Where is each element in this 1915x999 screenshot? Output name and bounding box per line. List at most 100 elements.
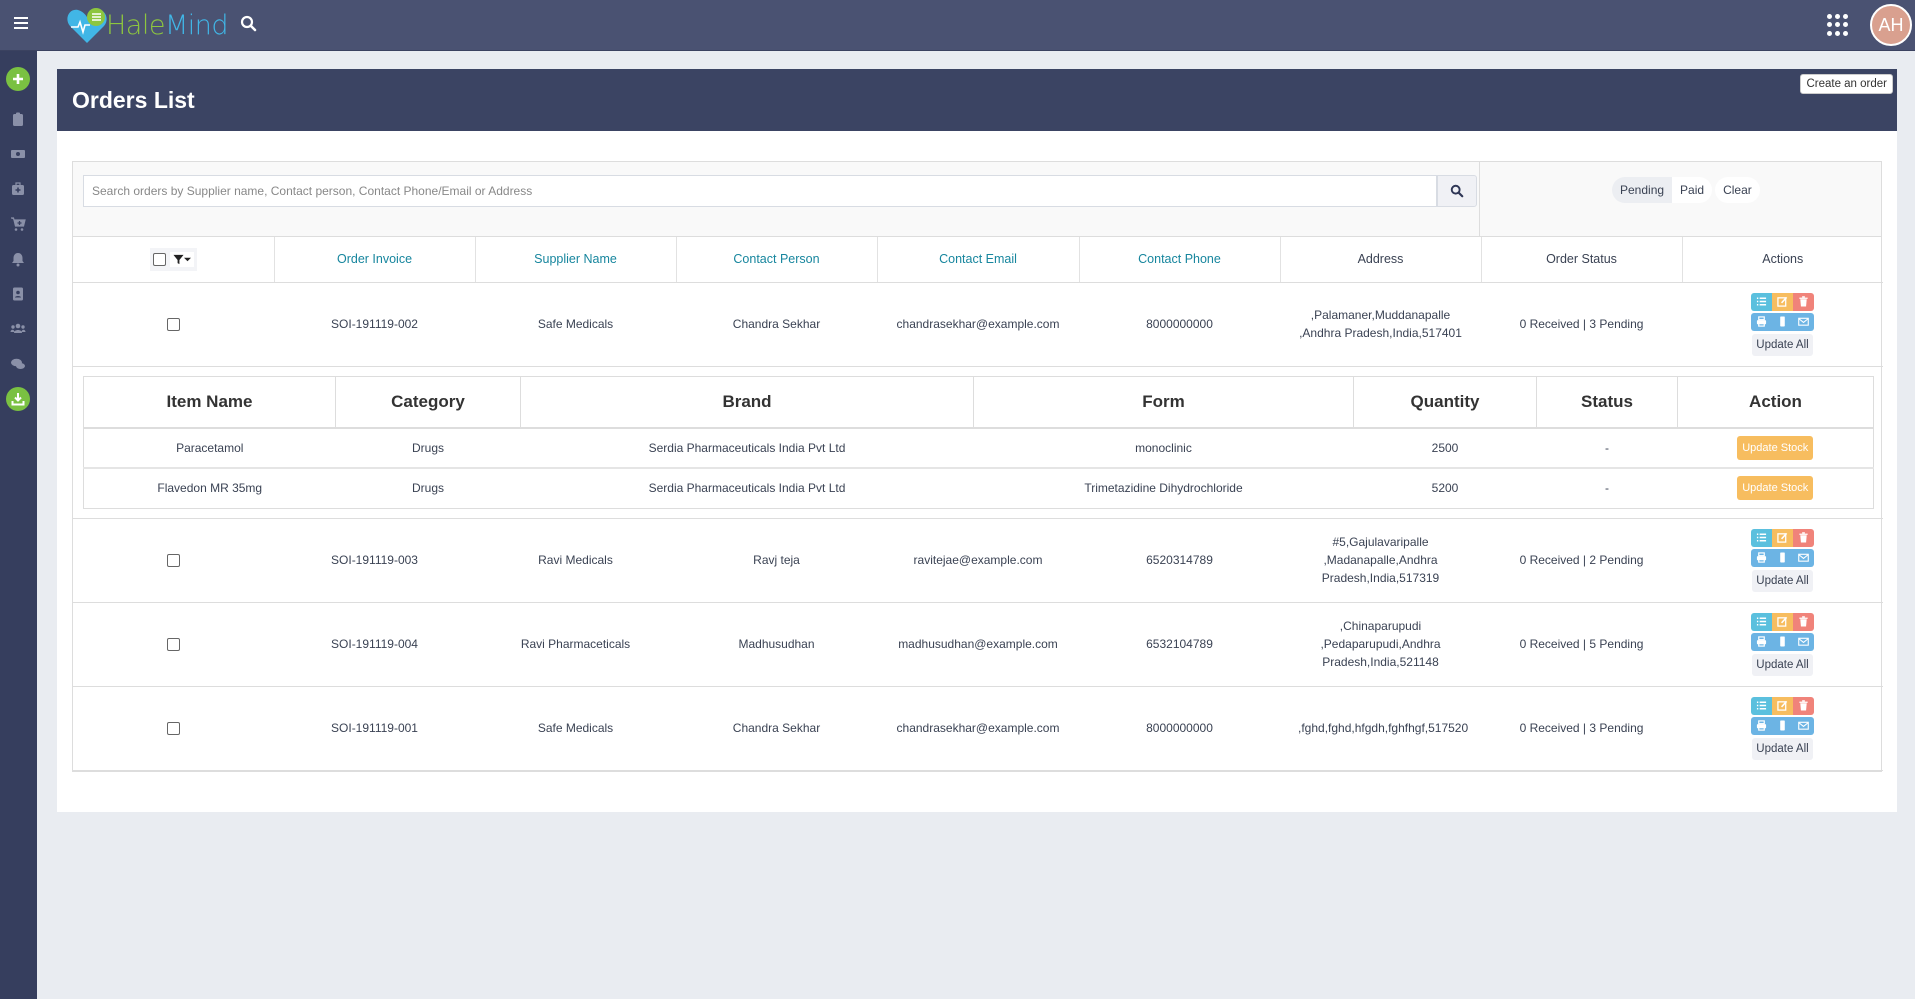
sidebar-item-orders[interactable] [4, 105, 32, 133]
address: ,fghd,fghd,hfgdh,fghfhgf,517520 [1280, 686, 1481, 771]
sidebar-item-purchase[interactable] [4, 210, 32, 238]
row-actions: Update All [1751, 612, 1814, 676]
filter-pending-button[interactable]: Pending [1612, 177, 1673, 203]
view-items-button[interactable] [1751, 696, 1772, 715]
order-row[interactable]: SOI-191119-002 Safe Medicals Chandra Sek… [73, 282, 1883, 367]
items-column-quantity: Quantity [1353, 375, 1537, 429]
column-contact-phone[interactable]: Contact Phone [1079, 237, 1281, 283]
print-icon [1756, 636, 1767, 647]
status-filter: Pending Paid Clear [1612, 177, 1760, 203]
print-icon [1756, 720, 1767, 731]
contact-email: chandrasekhar@example.com [877, 686, 1079, 771]
trash-icon [1799, 616, 1808, 627]
logo[interactable]: HaleMind [66, 5, 229, 45]
sms-order-button[interactable] [1772, 632, 1793, 651]
mobile-icon [1780, 316, 1785, 327]
edit-icon [1777, 296, 1788, 307]
edit-icon [1777, 700, 1788, 711]
email-order-button[interactable] [1793, 548, 1814, 567]
update-all-button[interactable]: Update All [1752, 653, 1813, 676]
delete-order-button[interactable] [1793, 696, 1814, 715]
sms-order-button[interactable] [1772, 312, 1793, 331]
update-stock-button[interactable]: Update Stock [1737, 436, 1814, 460]
sidebar-item-add[interactable] [4, 65, 32, 93]
apps-grid-icon[interactable] [1827, 14, 1849, 36]
search-icon[interactable] [240, 15, 258, 33]
address: ,Chinaparupudi ,Pedaparupudi,Andhra Prad… [1280, 602, 1481, 687]
search-input[interactable] [83, 175, 1437, 207]
menu-toggle-icon[interactable] [14, 17, 28, 29]
money-icon [11, 150, 25, 158]
row-checkbox[interactable] [167, 318, 180, 332]
sidebar-item-notifications[interactable] [4, 245, 32, 273]
item-form: monoclinic [973, 428, 1354, 469]
column-supplier-name[interactable]: Supplier Name [475, 237, 677, 283]
order-status: 0 Received | 3 Pending [1481, 282, 1682, 367]
download-icon [11, 393, 25, 406]
print-order-button[interactable] [1751, 632, 1772, 651]
orders-table: Order Invoice Supplier Name Contact Pers… [73, 237, 1883, 771]
column-contact-person[interactable]: Contact Person [676, 237, 878, 283]
top-bar: HaleMind AH [0, 0, 1915, 51]
address-book-icon [13, 287, 23, 301]
delete-order-button[interactable] [1793, 612, 1814, 631]
caret-down-icon [183, 257, 191, 261]
envelope-icon [1798, 637, 1809, 646]
row-checkbox[interactable] [167, 638, 180, 652]
edit-order-button[interactable] [1772, 528, 1793, 547]
print-order-button[interactable] [1751, 716, 1772, 735]
contact-phone: 6520314789 [1079, 518, 1280, 603]
filter-paid-button[interactable]: Paid [1672, 177, 1713, 203]
sidebar-item-contacts[interactable] [4, 280, 32, 308]
order-row[interactable]: SOI-191119-001 Safe Medicals Chandra Sek… [73, 686, 1883, 771]
email-order-button[interactable] [1793, 312, 1814, 331]
update-all-button[interactable]: Update All [1752, 333, 1813, 356]
order-row[interactable]: SOI-191119-003 Ravi Medicals Ravj teja r… [73, 518, 1883, 603]
mobile-icon [1780, 720, 1785, 731]
sms-order-button[interactable] [1772, 548, 1793, 567]
delete-order-button[interactable] [1793, 292, 1814, 311]
item-category: Drugs [411, 481, 444, 496]
edit-order-button[interactable] [1772, 696, 1793, 715]
sms-order-button[interactable] [1772, 716, 1793, 735]
email-order-button[interactable] [1793, 632, 1814, 651]
update-all-button[interactable]: Update All [1752, 569, 1813, 592]
create-order-button[interactable]: Create an order [1800, 74, 1893, 94]
sidebar-item-payments[interactable] [4, 140, 32, 168]
order-invoice: SOI-191119-003 [274, 518, 475, 603]
row-checkbox[interactable] [167, 722, 180, 736]
update-stock-button[interactable]: Update Stock [1737, 476, 1814, 501]
search-button[interactable] [1437, 175, 1477, 207]
sidebar-item-users[interactable] [4, 315, 32, 343]
filter-dropdown[interactable] [169, 251, 194, 267]
column-contact-email[interactable]: Contact Email [877, 237, 1080, 283]
filter-clear-button[interactable]: Clear [1715, 177, 1760, 203]
print-order-button[interactable] [1751, 548, 1772, 567]
order-row[interactable]: SOI-191119-004 Ravi Pharmaceticals Madhu… [73, 602, 1883, 687]
update-all-button[interactable]: Update All [1752, 737, 1813, 760]
edit-order-button[interactable] [1772, 612, 1793, 631]
contact-phone: 6532104789 [1079, 602, 1280, 687]
order-items-detail: Item Name Category Brand Form Quantity Status… [73, 366, 1883, 519]
sidebar-item-download[interactable] [4, 385, 32, 413]
select-all-checkbox[interactable] [152, 252, 166, 266]
contact-person: Madhusudhan [676, 602, 877, 687]
table-header-row: Order Invoice Supplier Name Contact Pers… [73, 237, 1883, 283]
edit-order-button[interactable] [1772, 292, 1793, 311]
sidebar-item-medical[interactable] [4, 175, 32, 203]
email-order-button[interactable] [1793, 716, 1814, 735]
column-order-status: Order Status [1481, 237, 1683, 283]
view-items-button[interactable] [1751, 292, 1772, 311]
row-actions: Update All [1751, 528, 1814, 592]
row-checkbox[interactable] [167, 554, 180, 568]
view-items-button[interactable] [1751, 612, 1772, 631]
trash-icon [1799, 532, 1808, 543]
delete-order-button[interactable] [1793, 528, 1814, 547]
user-avatar[interactable]: AH [1870, 4, 1912, 46]
sidebar-item-messages[interactable] [4, 350, 32, 378]
address: #5,Gajulavaripalle ,Madanapalle,Andhra P… [1280, 518, 1481, 603]
print-order-button[interactable] [1751, 312, 1772, 331]
view-items-button[interactable] [1751, 528, 1772, 547]
order-invoice: SOI-191119-004 [274, 602, 475, 687]
column-order-invoice[interactable]: Order Invoice [274, 237, 476, 283]
